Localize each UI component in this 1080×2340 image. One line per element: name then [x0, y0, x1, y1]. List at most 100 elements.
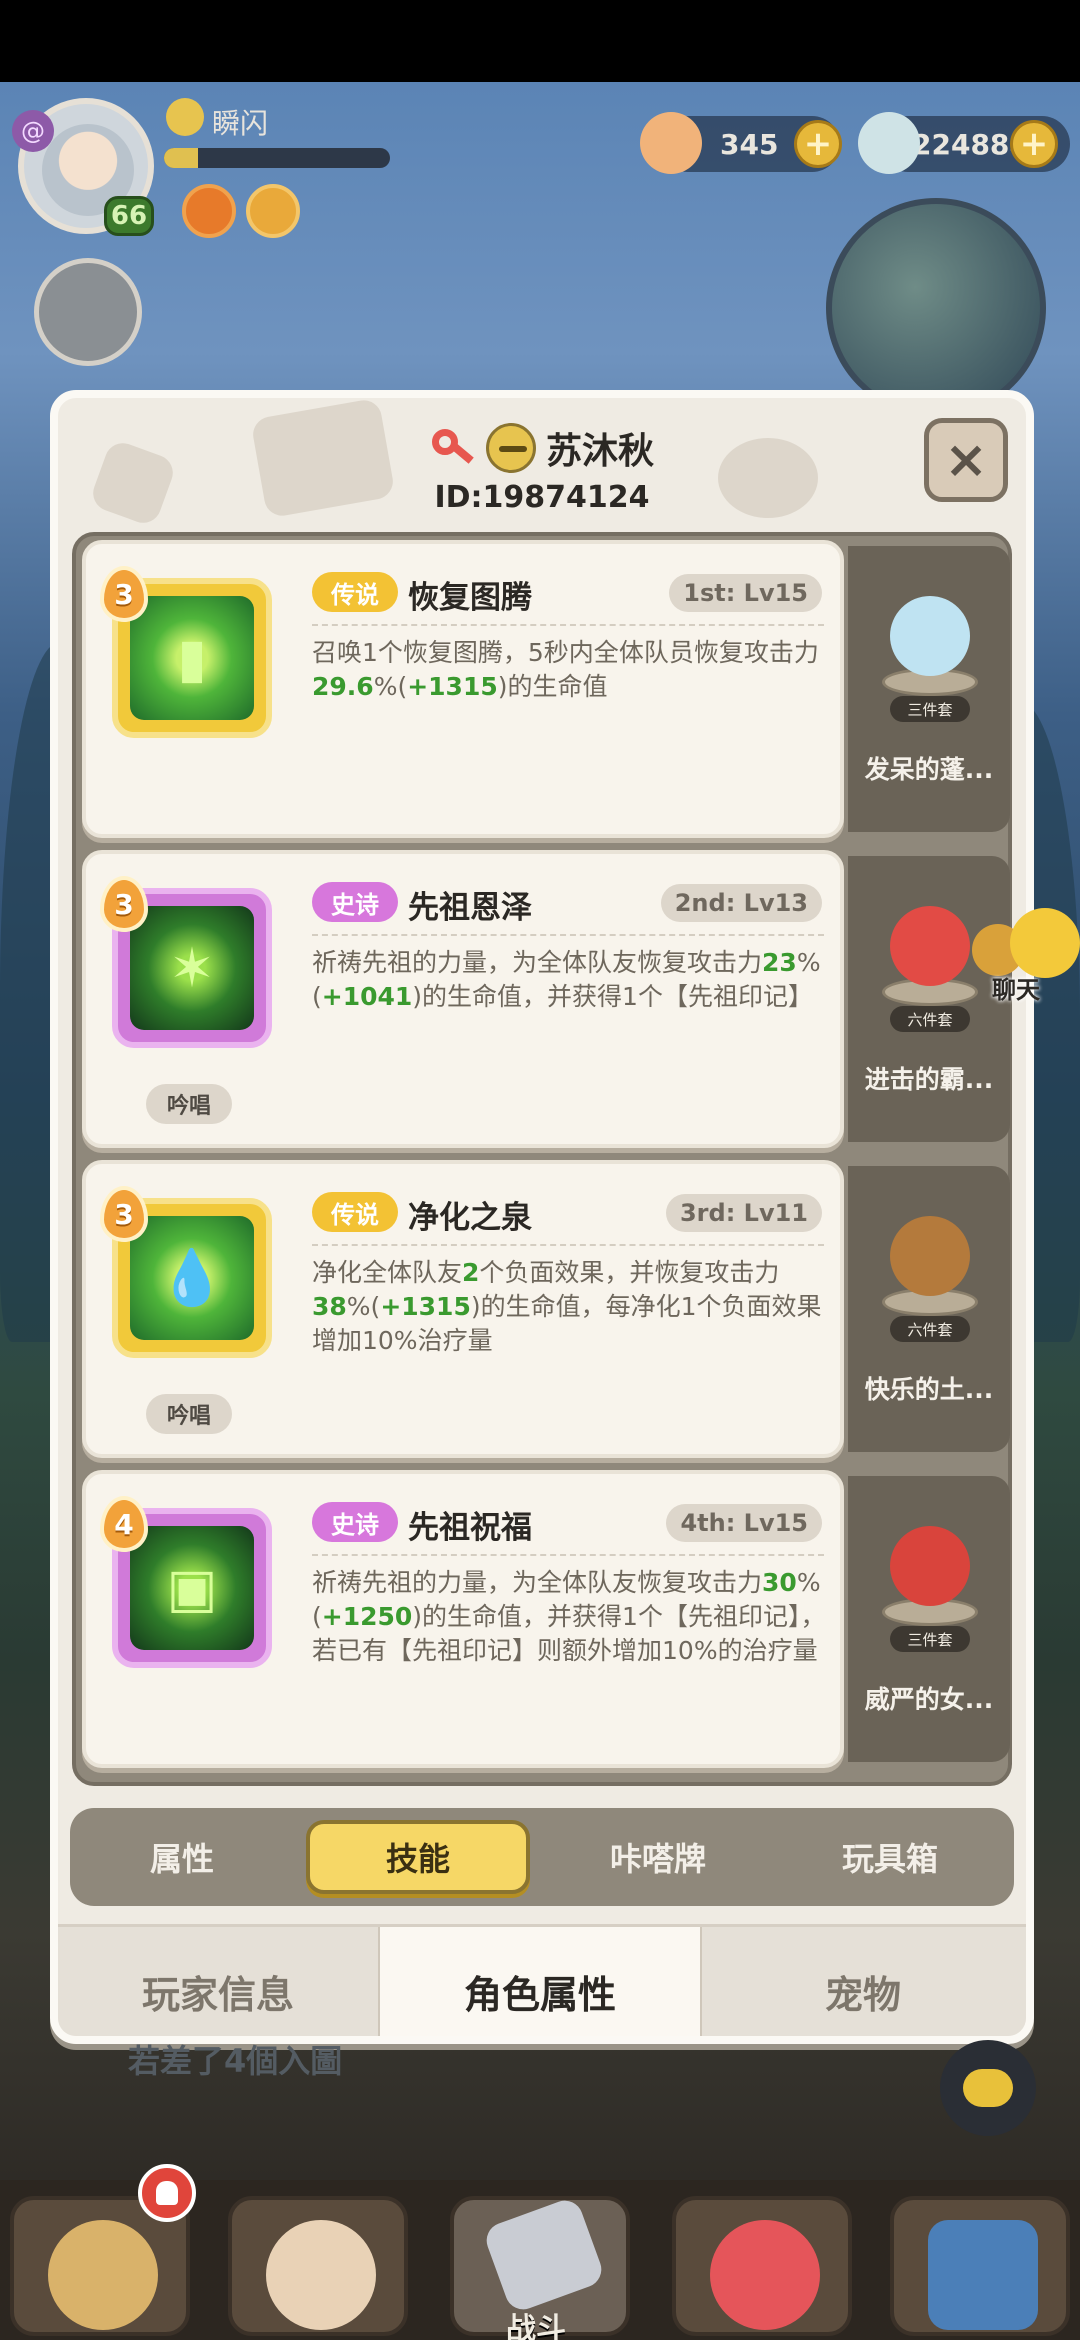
chant-tag: 吟唱 [146, 1084, 232, 1124]
chat-label[interactable]: 聊天 [992, 970, 1040, 1005]
skill-count-badge: 3 [100, 1186, 148, 1242]
skill-description-part: 38 [312, 1292, 347, 1321]
divider [312, 934, 824, 936]
nav-slot-hero[interactable] [228, 2196, 408, 2336]
skill-description-part: %( [373, 672, 408, 701]
skill-description: 净化全体队友2个负面效果，并恢复攻击力38%(+1315)的生命值，每净化1个负… [312, 1256, 832, 1358]
set-count-tag: 六件套 [890, 1006, 970, 1032]
skill-description-part: )的生命值，并获得1个【先祖印记】 [412, 982, 813, 1011]
dialog-title: 苏沐秋 [58, 418, 1026, 478]
skill-description-part: 29.6 [312, 672, 374, 701]
skill-card[interactable]: 💧 3 吟唱 传说 净化之泉 3rd: Lv11 净化全体队友2个负面效果，并恢复攻击力38… [82, 1160, 844, 1458]
gear-set-card[interactable]: 三件套发呆的蓬... [848, 546, 1010, 832]
gear-set-card[interactable]: 六件套进击的霸... [848, 856, 1010, 1142]
skill-description: 召唤1个恢复图腾，5秒内全体队员恢复攻击力 29.6%(+1315)的生命值 [312, 636, 832, 704]
divider [312, 1244, 824, 1246]
chat-button[interactable] [940, 2040, 1036, 2136]
add-currency-button[interactable]: + [794, 120, 842, 168]
skill-level: 1st: Lv15 [669, 574, 822, 612]
background-text: 若差了4個入圖 [128, 2042, 343, 2080]
swirl-icon: @ [12, 110, 54, 152]
divider [312, 624, 824, 626]
skill-description-part: 祈祷先祖的力量，为全体队友恢复攻击力 [312, 948, 763, 977]
emoji-icon [485, 423, 536, 473]
set-count-tag: 六件套 [890, 1316, 970, 1342]
pet-figure-icon [882, 586, 978, 698]
key-icon [430, 425, 476, 471]
tab-toybox[interactable]: 玩具箱 [778, 1820, 1002, 1894]
skill-count-badge: 3 [100, 876, 148, 932]
chat-bubble-icon[interactable] [1010, 908, 1080, 978]
minimap[interactable] [826, 198, 1046, 418]
emoji-icon [166, 98, 204, 136]
nav-slot-portal[interactable] [890, 2196, 1070, 2336]
skill-description-part: +1315 [407, 672, 498, 701]
tab-character-attributes[interactable]: 角色属性 [380, 1927, 702, 2036]
close-button[interactable]: × [924, 418, 1008, 502]
skill-description-part: 召唤1个恢复图腾，5秒内全体队员恢复攻击力 [312, 638, 819, 667]
set-name: 发呆的蓬... [864, 755, 994, 784]
set-name: 快乐的土... [864, 1375, 994, 1404]
skill-description-part: %( [346, 1292, 381, 1321]
skill-card[interactable]: ▣ 4 史诗 先祖祝福 4th: Lv15 祈祷先祖的力量，为全体队友恢复攻击力30%(+… [82, 1470, 844, 1768]
buff-icon[interactable] [246, 184, 300, 238]
sub-tab-bar: 属性 技能 咔嗒牌 玩具箱 [70, 1808, 1014, 1906]
tab-skills[interactable]: 技能 [306, 1820, 530, 1894]
skill-count-badge: 3 [100, 566, 148, 622]
buff-icon[interactable] [182, 184, 236, 238]
rarity-badge: 传说 [312, 572, 398, 612]
shell-icon [640, 112, 702, 174]
skill-name: 先祖祝福 [408, 1510, 532, 1546]
skill-name: 先祖恩泽 [408, 890, 532, 926]
set-name: 进击的霸... [864, 1065, 994, 1094]
player-name: 瞬闪 [212, 107, 269, 140]
set-name: 威严的女... [864, 1685, 994, 1714]
tab-cards[interactable]: 咔嗒牌 [546, 1820, 770, 1894]
skill-level: 3rd: Lv11 [665, 1194, 822, 1232]
tab-attributes[interactable]: 属性 [70, 1820, 294, 1894]
skill-card[interactable]: ✶ 3 吟唱 史诗 先祖恩泽 2nd: Lv13 祈祷先祖的力量，为全体队友恢复攻击力23%… [82, 850, 844, 1148]
dialog-player-id: ID:19874124 [434, 480, 650, 515]
tab-pets[interactable]: 宠物 [702, 1927, 1024, 2036]
chant-tag: 吟唱 [146, 1394, 232, 1434]
skill-description-part: 30 [762, 1568, 797, 1597]
rarity-badge: 史诗 [312, 882, 398, 922]
skill-description: 祈祷先祖的力量，为全体队友恢复攻击力30%(+1250)的生命值，并获得1个【先… [312, 1566, 832, 1668]
skill-description-part: 祈祷先祖的力量，为全体队友恢复攻击力 [312, 1568, 763, 1597]
skill-description-part: +1315 [380, 1292, 471, 1321]
xp-bar [164, 148, 390, 168]
set-count-tag: 三件套 [890, 696, 970, 722]
bell-icon [138, 2164, 196, 2222]
player-level-badge: 66 [104, 196, 154, 236]
party-member-avatar[interactable] [34, 258, 142, 366]
nav-label-battle: 战斗 [506, 2312, 566, 2340]
main-tab-bar: 玩家信息 角色属性 宠物 [58, 1924, 1026, 2036]
dialog-player-name: 苏沐秋 [545, 431, 654, 472]
skill-level: 4th: Lv15 [666, 1504, 822, 1542]
gear-set-card[interactable]: 六件套快乐的土... [848, 1166, 1010, 1452]
currency-shell-value: 345 [720, 127, 779, 161]
add-currency-button[interactable]: + [1010, 120, 1058, 168]
skill-description-part: 23 [762, 948, 797, 977]
player-info-dialog: 苏沐秋 ID:19874124 × ▮ 3 传说 恢复图腾 1st: Lv15 召唤1个恢… [50, 390, 1034, 2044]
skill-description-part: 净化全体队友 [312, 1258, 463, 1287]
gear-set-card[interactable]: 三件套威严的女... [848, 1476, 1010, 1762]
pearl-icon [858, 112, 920, 174]
divider [312, 1554, 824, 1556]
rarity-badge: 史诗 [312, 1502, 398, 1542]
nav-slot-pet[interactable] [672, 2196, 852, 2336]
set-count-tag: 三件套 [890, 1626, 970, 1652]
skill-description-part: 个负面效果，并恢复攻击力 [479, 1258, 780, 1287]
skill-name: 恢复图腾 [408, 580, 532, 616]
skill-description-part: +1041 [321, 982, 413, 1011]
tab-player-info[interactable]: 玩家信息 [58, 1927, 380, 2036]
status-bar [0, 0, 1080, 82]
skill-count-badge: 4 [100, 1496, 148, 1552]
skills-panel: ▮ 3 传说 恢复图腾 1st: Lv15 召唤1个恢复图腾，5秒内全体队员恢复攻击力29… [72, 532, 1012, 1786]
skill-card[interactable]: ▮ 3 传说 恢复图腾 1st: Lv15 召唤1个恢复图腾，5秒内全体队员恢复攻击力29… [82, 540, 844, 838]
skill-description-part: 2 [462, 1258, 480, 1287]
skill-description-part: )的生命值 [497, 672, 608, 701]
pet-figure-icon [882, 896, 978, 1008]
pet-figure-icon [882, 1516, 978, 1628]
rarity-badge: 传说 [312, 1192, 398, 1232]
